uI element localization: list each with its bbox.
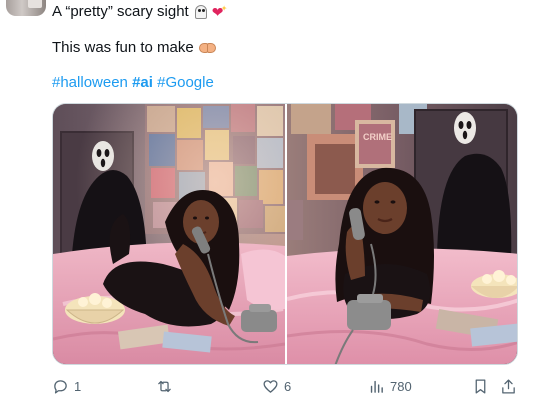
views-icon: [370, 380, 383, 393]
views-button[interactable]: 780: [368, 376, 412, 396]
ghost-emoji-icon: [194, 4, 208, 20]
bookmark-icon: [475, 378, 486, 394]
hashtag-google[interactable]: #Google: [157, 74, 214, 91]
left-image-illustration: [53, 104, 285, 364]
like-button[interactable]: 6: [262, 376, 291, 396]
right-image-illustration: CRIME: [287, 104, 517, 364]
like-icon: [263, 379, 278, 393]
hashtag-halloween[interactable]: #halloween: [52, 74, 128, 91]
sparkling-heart-emoji-icon: ❤ ✦: [211, 4, 228, 20]
reply-button[interactable]: 1: [52, 376, 81, 396]
tweet-post: A “pretty” scary sight ❤ ✦ This was fun t…: [0, 0, 546, 412]
bookmark-button[interactable]: [472, 376, 489, 396]
like-count: 6: [284, 378, 292, 394]
media-grid: CRIME: [52, 103, 518, 365]
tweet-text-line-1: A “pretty” scary sight ❤ ✦: [52, 2, 228, 22]
avatar[interactable]: [6, 0, 46, 16]
retweet-icon: [158, 380, 171, 392]
media-image-left[interactable]: [53, 104, 285, 364]
reply-icon: [54, 379, 67, 394]
hashtag-row: #halloween #ai #Google: [52, 73, 214, 93]
share-icon: [502, 378, 515, 394]
action-bar: 1 6 780: [52, 376, 522, 396]
tweet-text-line-2: This was fun to make: [52, 38, 216, 58]
tweet-text-body: This was fun to make: [52, 39, 194, 56]
media-image-right[interactable]: CRIME: [287, 104, 517, 364]
reply-count: 1: [74, 378, 82, 394]
svg-text:CRIME: CRIME: [363, 132, 392, 142]
retweet-button[interactable]: [156, 376, 178, 396]
heart-hands-emoji-icon: [198, 42, 216, 54]
views-count: 780: [390, 378, 412, 394]
share-button[interactable]: [500, 376, 517, 396]
hashtag-ai[interactable]: #ai: [132, 74, 153, 91]
tweet-text-title: A “pretty” scary sight: [52, 3, 189, 20]
